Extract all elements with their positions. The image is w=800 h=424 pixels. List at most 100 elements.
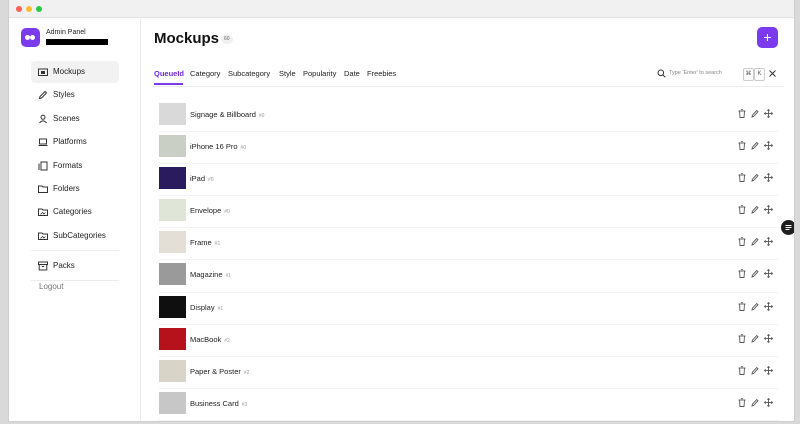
row-actions	[738, 365, 774, 376]
mockup-name-wrap: Paper & Poster #2	[190, 367, 249, 376]
drag-handle-icon[interactable]	[764, 333, 773, 343]
mockup-name: Magazine	[190, 270, 223, 280]
sidebar-item-label: Mockups	[53, 67, 86, 76]
drag-handle-icon[interactable]	[764, 237, 773, 247]
trash-icon[interactable]	[738, 237, 746, 247]
logout-link[interactable]: Logout	[39, 282, 63, 291]
tab-style[interactable]: Style	[279, 69, 296, 78]
trash-icon[interactable]	[738, 333, 746, 343]
queue-id: #0	[208, 177, 214, 184]
trash-icon[interactable]	[738, 205, 746, 215]
sidebar-item-label: Platforms	[53, 137, 87, 147]
trash-icon[interactable]	[738, 365, 746, 375]
trash-icon[interactable]	[738, 269, 746, 279]
edit-icon[interactable]	[751, 205, 759, 214]
mockup-name: Display	[190, 302, 215, 312]
edit-icon[interactable]	[751, 237, 759, 247]
edit-icon[interactable]	[751, 334, 759, 343]
mockup-name: Frame	[190, 238, 212, 248]
mockup-name-wrap: Envelope #0	[190, 206, 230, 215]
queue-id: #0	[240, 145, 247, 152]
floating-menu-button[interactable]	[781, 220, 794, 235]
mockup-list: Signage & Billboard #0 iPhone 16 Pro #0 iP…	[159, 100, 779, 421]
edit-icon[interactable]	[751, 302, 759, 311]
mockup-name-wrap: MacBook #2	[190, 335, 230, 344]
trash-icon[interactable]	[738, 173, 746, 183]
list-item[interactable]: iPhone 16 Pro #0	[159, 132, 779, 165]
mockup-name: MacBook	[190, 334, 222, 344]
brand-title: Admin Panel	[46, 29, 86, 36]
mockup-name-wrap: Frame #1	[190, 238, 220, 247]
tab-category[interactable]: Category	[190, 69, 220, 78]
mockup-name: iPhone 16 Pro	[190, 142, 238, 152]
sidebar-item-label: SubCategories	[53, 230, 106, 240]
sidebar-item-mockups[interactable]: Mockups	[31, 61, 119, 83]
sidebar-item-categories[interactable]: Categories	[31, 201, 119, 223]
row-actions	[738, 141, 774, 151]
tab-date[interactable]: Date	[344, 69, 360, 78]
sidebar-item-subcategories[interactable]: SubCategories	[31, 225, 119, 247]
tab-popularity[interactable]: Popularity	[303, 69, 336, 78]
sidebar-item-label: Styles	[53, 90, 75, 100]
search-box[interactable]: Type 'Enter' to search ⌘ K	[657, 68, 765, 81]
trash-icon[interactable]	[738, 398, 746, 407]
list-item[interactable]: Business Card #3	[159, 389, 779, 421]
sidebar-item-styles[interactable]: Styles	[31, 84, 119, 106]
queue-id: #1	[217, 305, 224, 312]
close-icon[interactable]	[769, 70, 776, 77]
tab-freebies[interactable]: Freebies	[367, 69, 396, 78]
list-item[interactable]: Signage & Billboard #0	[159, 100, 779, 133]
sidebar-item-platforms[interactable]: Platforms	[31, 131, 119, 153]
list-item[interactable]: Envelope #0	[159, 196, 779, 229]
tab-subcategory[interactable]: Subcategory	[228, 69, 270, 78]
sidebar-item-scenes[interactable]: Scenes	[31, 108, 119, 130]
drag-handle-icon[interactable]	[764, 205, 773, 215]
maximize-window-button[interactable]	[36, 6, 42, 12]
mockup-name-wrap: Display #1	[190, 303, 223, 312]
queue-id: #1	[214, 241, 221, 248]
edit-icon[interactable]	[751, 141, 759, 150]
edit-icon[interactable]	[751, 173, 759, 182]
redacted-user-email	[46, 39, 108, 45]
list-item[interactable]: iPad #0	[159, 164, 779, 197]
edit-icon[interactable]	[751, 366, 759, 375]
drag-handle-icon[interactable]	[764, 109, 773, 118]
row-actions	[738, 397, 774, 408]
kbd-modifier: ⌘	[743, 68, 754, 81]
mockup-thumbnail	[159, 295, 186, 318]
sidebar-item-folders[interactable]: Folders	[31, 178, 119, 200]
list-item[interactable]: Magazine #1	[159, 260, 779, 293]
trash-icon[interactable]	[738, 109, 746, 118]
tab-queueid[interactable]: QueueId	[154, 69, 184, 78]
sidebar-item-label: Categories	[53, 207, 92, 217]
list-item[interactable]: MacBook #2	[159, 325, 779, 357]
list-item[interactable]: Display #1	[159, 293, 779, 325]
drag-handle-icon[interactable]	[764, 397, 773, 407]
drag-handle-icon[interactable]	[764, 141, 773, 151]
add-mockup-button[interactable]: +	[757, 27, 778, 48]
mockup-name-wrap: Business Card #3	[190, 399, 247, 408]
main-content: Mockups 60 + QueueId Category Subcategor…	[141, 17, 794, 421]
trash-icon[interactable]	[738, 301, 746, 311]
list-item[interactable]: Paper & Poster #2	[159, 357, 779, 389]
laptop-icon	[38, 137, 48, 147]
sidebar-item-packs[interactable]: Packs	[31, 255, 119, 277]
drag-handle-icon[interactable]	[764, 301, 773, 311]
list-item[interactable]: Frame #1	[159, 228, 779, 261]
drag-handle-icon[interactable]	[764, 365, 773, 375]
sidebar-divider	[31, 249, 119, 251]
drag-handle-icon[interactable]	[764, 173, 773, 183]
mockup-thumbnail	[159, 167, 186, 190]
sidebar-item-formats[interactable]: Formats	[31, 155, 119, 177]
drag-handle-icon[interactable]	[764, 269, 773, 279]
edit-icon[interactable]	[751, 398, 759, 407]
edit-icon[interactable]	[751, 269, 759, 279]
queue-id: #3	[241, 401, 248, 408]
tabs-divider	[151, 86, 784, 87]
user-icon	[38, 114, 48, 124]
search-input[interactable]: Type 'Enter' to search	[669, 70, 722, 76]
minimize-window-button[interactable]	[26, 6, 32, 12]
edit-icon[interactable]	[751, 109, 759, 118]
trash-icon[interactable]	[738, 141, 746, 151]
close-window-button[interactable]	[16, 6, 22, 12]
